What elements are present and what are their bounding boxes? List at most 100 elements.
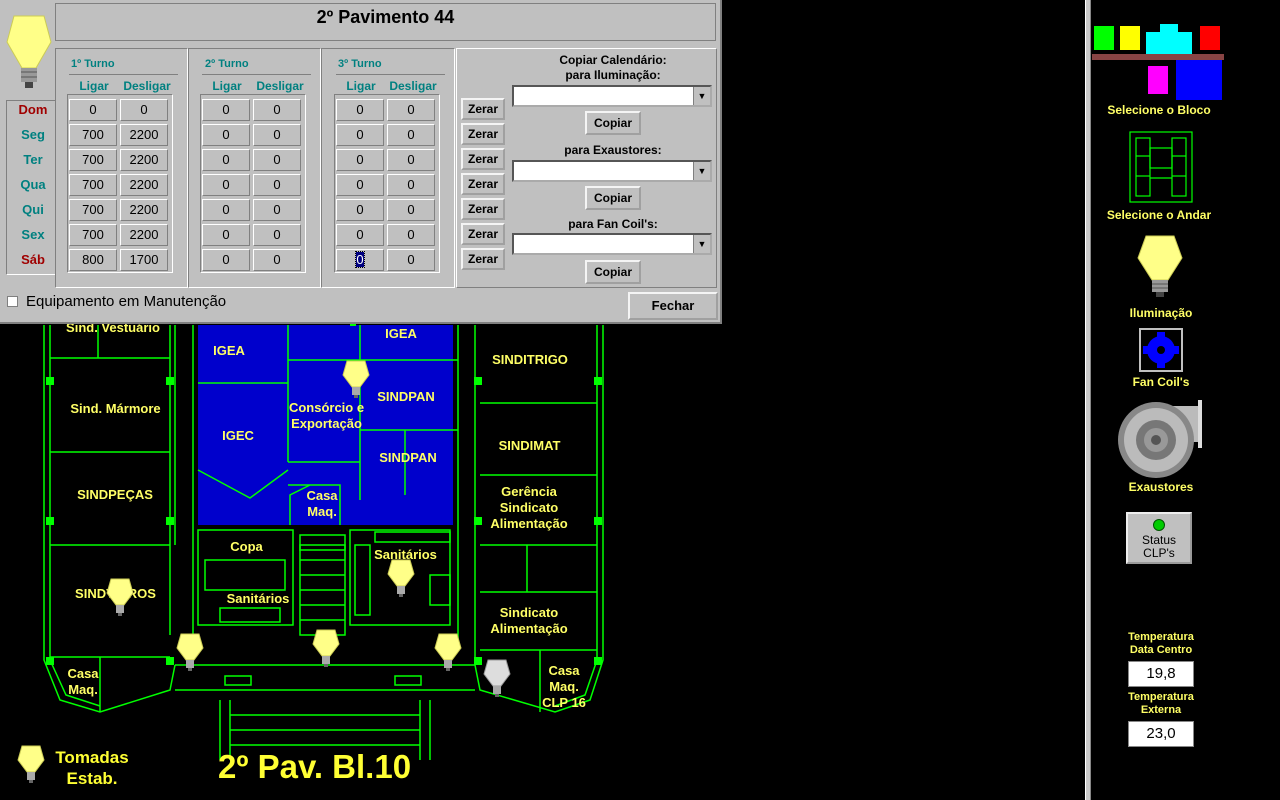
cell-value: 700	[82, 177, 104, 192]
room-igec[interactable]: IGEC	[214, 428, 262, 444]
copy-exhaust-button[interactable]: Copiar	[585, 186, 641, 210]
turno-1-ligar-cell[interactable]: 700	[69, 224, 117, 246]
turno-3-desligar-cell[interactable]: 0	[387, 199, 435, 221]
turno-1-ligar-cell[interactable]: 700	[69, 199, 117, 221]
turno-1-desligar-cell[interactable]: 2200	[120, 124, 168, 146]
lamp-bulb-icon[interactable]	[434, 630, 462, 674]
lighting-label[interactable]: Iluminação	[1081, 306, 1241, 320]
turno-2-ligar-cell[interactable]: 0	[202, 124, 250, 146]
room-igea-2[interactable]: IGEA	[377, 326, 425, 342]
turno-3-desligar-cell[interactable]: 0	[387, 174, 435, 196]
turno-1-ligar-cell[interactable]: 800	[69, 249, 117, 271]
cell-value: 0	[222, 202, 230, 217]
room-igea-1[interactable]: IGEA	[205, 343, 253, 359]
lighting-bulb-icon[interactable]	[1136, 232, 1184, 304]
maintenance-checkbox[interactable]	[7, 296, 18, 307]
turno-3-ligar-cell[interactable]: 0	[336, 199, 384, 221]
turno-1-desligar-cell[interactable]: 2200	[120, 224, 168, 246]
room-casa-maq-clp[interactable]: Casa Maq. CLP 16	[538, 663, 590, 711]
turno-1-desligar-cell[interactable]: 2200	[120, 174, 168, 196]
lamp-bulb-icon[interactable]	[106, 575, 134, 619]
turno-2-ligar-cell[interactable]: 0	[202, 149, 250, 171]
turno-1-ligar-cell[interactable]: 0	[69, 99, 117, 121]
exhausts-label[interactable]: Exaustores	[1081, 480, 1241, 494]
close-button[interactable]: Fechar	[628, 292, 718, 320]
turno-1-ligar-cell[interactable]: 700	[69, 124, 117, 146]
turno-1-ligar-header: Ligar	[79, 79, 109, 93]
turno-3-ligar-cell[interactable]: 0	[336, 224, 384, 246]
turno-2-desligar-cell[interactable]: 0	[253, 124, 301, 146]
turno-2-ligar-cell[interactable]: 0	[202, 224, 250, 246]
turno-3-ligar-cell[interactable]: 0	[336, 174, 384, 196]
turno-3-ligar-cell[interactable]: 0	[336, 99, 384, 121]
turno-3-ligar-cell[interactable]: 0	[336, 124, 384, 146]
turno-1-desligar-cell[interactable]: 0	[120, 99, 168, 121]
room-casa-maq-1[interactable]: Casa Maq.	[297, 488, 347, 520]
cell-value: 0	[273, 127, 281, 142]
room-casa-maq-2[interactable]: Casa Maq.	[62, 666, 104, 698]
turno-1-title: 1º Turno	[71, 58, 115, 70]
turno-3-ligar-cell[interactable]: 0	[336, 149, 384, 171]
room-sindpan-1[interactable]: SINDPAN	[370, 389, 442, 405]
lamp-bulb-icon[interactable]	[342, 357, 370, 401]
floor-selector-icon[interactable]	[1128, 130, 1194, 204]
cell-value: 0	[140, 102, 148, 117]
turno-3-desligar-cell[interactable]: 0	[387, 249, 435, 271]
lamp-bulb-off-icon[interactable]	[483, 656, 511, 700]
room-consorcio[interactable]: Consórcio e Exportação	[284, 400, 369, 432]
fancoil-copy-select[interactable]: ▼	[512, 233, 712, 255]
turno-2-ligar-cell[interactable]: 0	[202, 199, 250, 221]
temp-ext-label-line2: Externa	[1140, 704, 1182, 716]
turno-2-desligar-cell[interactable]: 0	[253, 249, 301, 271]
cell-value: 0	[222, 152, 230, 167]
turno-3-ligar-cell[interactable]: 0	[336, 249, 384, 271]
lighting-copy-select[interactable]: ▼	[512, 85, 712, 107]
exhaust-fan-icon[interactable]	[1118, 400, 1204, 480]
room-sindpecas[interactable]: SINDPEÇAS	[70, 487, 160, 503]
turno-1-ligar-cell[interactable]: 700	[69, 174, 117, 196]
turno-1-desligar-cell[interactable]: 2200	[120, 149, 168, 171]
status-clp-button[interactable]: Status CLP's	[1126, 512, 1192, 564]
room-sind-marmore[interactable]: Sind. Mármore	[58, 401, 173, 417]
turno-3-desligar-cell[interactable]: 0	[387, 99, 435, 121]
turno-3-desligar-cell[interactable]: 0	[387, 224, 435, 246]
turno-3-desligar-cell[interactable]: 0	[387, 124, 435, 146]
chevron-down-icon[interactable]: ▼	[693, 162, 710, 180]
turno-2-desligar-cell[interactable]: 0	[253, 99, 301, 121]
turno-2-ligar-cell[interactable]: 0	[202, 174, 250, 196]
room-sindimat[interactable]: SINDIMAT	[492, 438, 567, 454]
turno-2-desligar-cell[interactable]: 0	[253, 224, 301, 246]
turno-3-desligar-cell[interactable]: 0	[387, 149, 435, 171]
room-sanitarios-1[interactable]: Sanitários	[223, 591, 293, 607]
turno-2-ligar-cell[interactable]: 0	[202, 99, 250, 121]
maintenance-label[interactable]: Equipamento em Manutenção	[26, 293, 226, 310]
lamp-bulb-icon[interactable]	[312, 626, 340, 670]
turno-2-desligar-cell[interactable]: 0	[253, 174, 301, 196]
room-sindpan-2[interactable]: SINDPAN	[372, 450, 444, 466]
chevron-down-icon[interactable]: ▼	[693, 87, 710, 105]
exhaust-copy-select[interactable]: ▼	[512, 160, 712, 182]
block-selector-icon[interactable]	[1092, 22, 1224, 102]
chevron-down-icon[interactable]: ▼	[693, 235, 710, 253]
cell-value: 0	[273, 177, 281, 192]
room-sinditrigo[interactable]: SINDITRIGO	[485, 352, 575, 368]
tomadas-bulb-icon[interactable]	[17, 742, 45, 786]
turno-1-desligar-cell[interactable]: 2200	[120, 199, 168, 221]
turno-2-ligar-cell[interactable]: 0	[202, 249, 250, 271]
lamp-bulb-icon[interactable]	[176, 630, 204, 674]
copy-fancoil-button[interactable]: Copiar	[585, 260, 641, 284]
copy-lighting-button[interactable]: Copiar	[585, 111, 641, 135]
turno-1-rule	[69, 74, 178, 75]
select-block-label[interactable]: Selecione o Bloco	[1079, 103, 1239, 117]
room-copa[interactable]: Copa	[224, 539, 269, 555]
turno-2-desligar-cell[interactable]: 0	[253, 149, 301, 171]
fan-coil-icon[interactable]	[1139, 328, 1183, 372]
turno-1-ligar-cell[interactable]: 700	[69, 149, 117, 171]
room-gerencia[interactable]: Gerência Sindicato Alimentação	[484, 484, 574, 532]
room-sindicato-alimentacao[interactable]: Sindicato Alimentação	[488, 605, 570, 637]
turno-2-desligar-cell[interactable]: 0	[253, 199, 301, 221]
select-floor-label[interactable]: Selecione o Andar	[1079, 208, 1239, 222]
turno-1-desligar-cell[interactable]: 1700	[120, 249, 168, 271]
fan-coils-label[interactable]: Fan Coil's	[1081, 375, 1241, 389]
lamp-bulb-icon[interactable]	[387, 556, 415, 600]
